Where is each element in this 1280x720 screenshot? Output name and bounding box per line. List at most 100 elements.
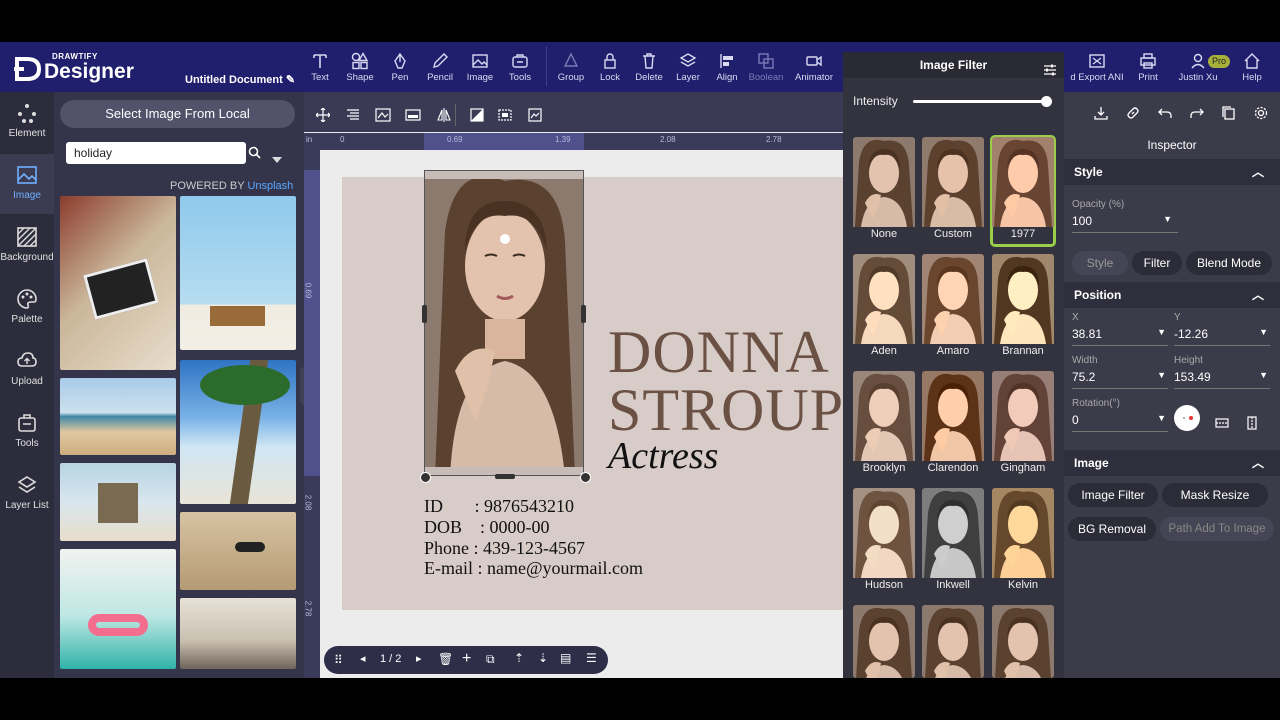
tool-layer[interactable]: Layer [668, 52, 708, 92]
sidebar-item-upload[interactable]: Upload [0, 340, 54, 400]
sidebar-item-element[interactable]: Element [0, 92, 54, 152]
intensity-slider-track[interactable] [913, 100, 1047, 103]
bg-removal-button[interactable]: BG Removal [1068, 517, 1156, 541]
search-result-thumbnail[interactable] [180, 598, 296, 669]
select-image-from-local-button[interactable]: Select Image From Local [60, 100, 295, 128]
add-page-icon[interactable]: + [462, 650, 471, 668]
resize-handle-bottom[interactable] [495, 474, 515, 479]
delete-page-icon[interactable]: 🗑 [438, 652, 453, 666]
chevron-up-icon[interactable]: ︿ [1252, 450, 1264, 476]
tool-tools[interactable]: Tools [500, 52, 540, 92]
x-input[interactable]: 38.81 ▼ [1072, 327, 1168, 346]
sidebar-item-image[interactable]: Image [0, 154, 54, 214]
tool-shape[interactable]: Shape [340, 52, 380, 92]
flip-horizontal-icon[interactable] [1245, 416, 1259, 435]
sidebar-item-background[interactable]: Background [0, 216, 54, 276]
filter-preset-tile[interactable] [922, 605, 984, 678]
position-section-header[interactable]: Position ︿ [1064, 282, 1280, 308]
download-icon[interactable] [1094, 106, 1108, 125]
unsplash-link[interactable]: Unsplash [247, 180, 293, 192]
search-result-thumbnail[interactable] [60, 463, 176, 541]
undo-icon[interactable] [1158, 106, 1172, 125]
mask-resize-button[interactable]: Mask Resize [1162, 483, 1268, 507]
card-email-line[interactable]: E-mail : name@yourmail.com [424, 558, 643, 579]
book-view-icon[interactable]: ▤ [560, 651, 571, 665]
copy-icon[interactable] [1222, 106, 1236, 125]
tool-pen[interactable]: Pen [380, 52, 420, 92]
y-input[interactable]: -12.26 ▼ [1174, 327, 1270, 346]
intensity-slider-handle[interactable] [1041, 96, 1052, 107]
edit-pencil-icon[interactable]: ✎ [286, 74, 295, 86]
rotation-input[interactable]: 0 ▼ [1072, 413, 1168, 432]
text-align-icon[interactable] [346, 108, 360, 127]
card-id-line[interactable]: ID : 9876543210 [424, 496, 574, 517]
style-tab[interactable]: Style [1072, 251, 1128, 275]
tool-help[interactable]: Help [1232, 52, 1272, 92]
resize-handle-right[interactable] [581, 305, 586, 323]
contrast-icon[interactable] [470, 108, 484, 127]
filter-preset-tile[interactable]: Clarendon [922, 371, 984, 479]
search-result-thumbnail[interactable] [180, 196, 296, 350]
filter-preset-tile[interactable]: None [853, 137, 915, 245]
filter-preset-tile[interactable]: Hudson [853, 488, 915, 596]
filter-preset-tile[interactable]: Brannan [992, 254, 1054, 362]
tool-group[interactable]: Group [551, 52, 591, 92]
card-dob-line[interactable]: DOB : 0000-00 [424, 517, 550, 538]
crop-icon[interactable] [497, 108, 513, 127]
filter-preset-tile[interactable]: Brooklyn [853, 371, 915, 479]
filter-preset-tile[interactable]: Inkwell [922, 488, 984, 596]
search-icon[interactable] [248, 146, 261, 164]
resize-handle-bottom-right[interactable] [580, 472, 591, 483]
card-phone-line[interactable]: Phone : 439-123-4567 [424, 538, 585, 559]
settings-gear-icon[interactable] [1254, 106, 1268, 125]
filter-preset-tile[interactable]: Custom [922, 137, 984, 245]
link-icon[interactable] [1126, 106, 1140, 125]
app-logo[interactable]: DRAWTIFY Designer [14, 52, 174, 88]
chevron-up-icon[interactable]: ︿ [1252, 282, 1264, 308]
next-page-icon[interactable]: ▸ [416, 652, 422, 665]
filter-preset-tile[interactable]: 1977 [990, 135, 1056, 247]
selected-portrait-image[interactable] [424, 170, 584, 476]
filter-settings-sliders-icon[interactable] [1043, 63, 1057, 82]
tool-delete[interactable]: Delete [629, 52, 669, 92]
sidebar-item-tools[interactable]: Tools [0, 402, 54, 462]
move-icon[interactable] [315, 107, 331, 127]
document-title[interactable]: Untitled Document ✎ [185, 73, 295, 86]
tool-animator[interactable]: Animator [792, 52, 836, 92]
tool-boolean[interactable]: Boolean [746, 52, 786, 92]
image-adjust-icon[interactable] [375, 108, 391, 127]
grid-icon[interactable]: ⠿ [334, 653, 343, 667]
filter-preset-tile[interactable]: Aden [853, 254, 915, 362]
redo-icon[interactable] [1190, 106, 1204, 125]
resize-handle-left[interactable] [422, 305, 427, 323]
height-input[interactable]: 153.49 ▼ [1174, 370, 1270, 389]
style-section-header[interactable]: Style ︿ [1064, 159, 1280, 185]
filter-preset-tile[interactable]: Gingham [992, 371, 1054, 479]
tool-align[interactable]: Align [707, 52, 747, 92]
image-crop-icon[interactable] [405, 108, 421, 127]
duplicate-page-icon[interactable]: ⧉ [486, 652, 495, 667]
chevron-up-icon[interactable]: ︿ [1252, 159, 1264, 185]
card-role[interactable]: Actress [608, 434, 718, 478]
filter-tab[interactable]: Filter [1132, 251, 1182, 275]
move-page-up-icon[interactable]: ⇡ [514, 651, 524, 665]
sidebar-item-layer-list[interactable]: Layer List [0, 464, 54, 524]
rotation-dial[interactable] [1174, 405, 1200, 431]
blend-mode-tab[interactable]: Blend Mode [1186, 251, 1272, 275]
search-result-thumbnail[interactable] [60, 378, 176, 455]
filter-preset-tile[interactable] [992, 605, 1054, 678]
search-result-thumbnail[interactable] [60, 196, 176, 370]
width-input[interactable]: 75.2 ▼ [1072, 370, 1168, 389]
path-add-to-image-button[interactable]: Path Add To Image [1160, 517, 1274, 541]
tool-image[interactable]: Image [460, 52, 500, 92]
search-result-thumbnail[interactable] [180, 512, 296, 590]
flip-icon[interactable] [437, 108, 451, 127]
tool-lock[interactable]: Lock [590, 52, 630, 92]
search-result-thumbnail[interactable] [60, 549, 176, 669]
move-page-down-icon[interactable]: ⇣ [538, 651, 548, 665]
opacity-select[interactable]: 100 ▼ [1072, 214, 1178, 233]
image-section-header[interactable]: Image ︿ [1064, 450, 1280, 476]
flip-vertical-icon[interactable] [1215, 416, 1229, 435]
sidebar-item-palette[interactable]: Palette [0, 278, 54, 338]
notes-icon[interactable]: ☰ [586, 651, 597, 665]
